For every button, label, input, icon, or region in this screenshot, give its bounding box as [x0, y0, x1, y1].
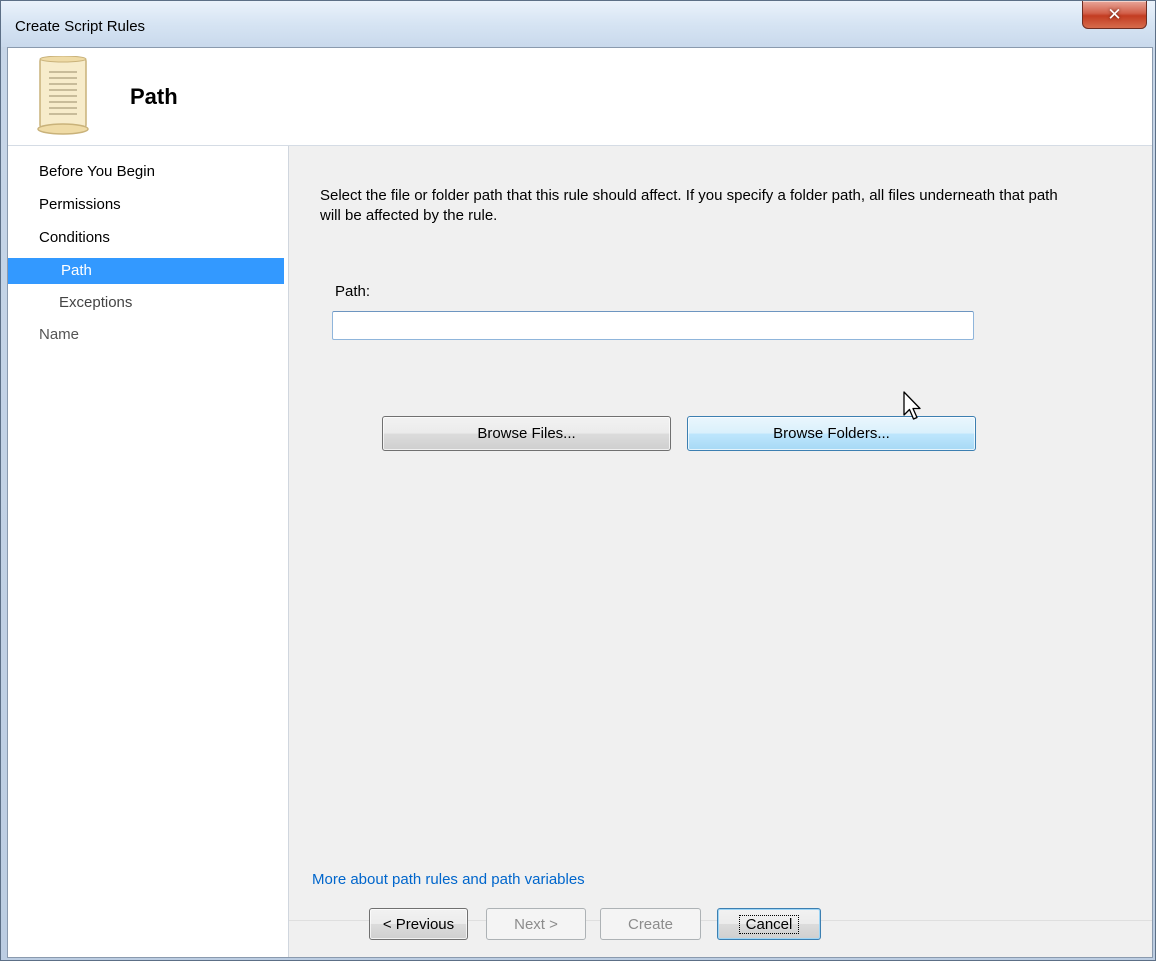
sidebar-item-before-you-begin[interactable]: Before You Begin — [8, 159, 284, 185]
next-button[interactable]: Next > — [486, 908, 586, 940]
browse-files-button[interactable]: Browse Files... — [382, 416, 671, 451]
close-icon: ✕ — [1107, 4, 1122, 24]
browse-folders-button[interactable]: Browse Folders... — [687, 416, 976, 451]
path-label: Path: — [335, 283, 371, 300]
cancel-button-label: Cancel — [738, 914, 800, 934]
mouse-pointer-icon — [903, 391, 921, 420]
dialog-client-area: Path Before You Begin Permissions Condit… — [7, 47, 1153, 958]
page-header: Path — [8, 48, 1152, 146]
cancel-button[interactable]: Cancel — [717, 908, 821, 940]
dialog-window: Create Script Rules ✕ Path Before You Be… — [0, 0, 1156, 961]
title-bar[interactable]: Create Script Rules ✕ — [1, 1, 1155, 47]
more-about-path-rules-link[interactable]: More about path rules and path variables — [312, 871, 585, 888]
window-title: Create Script Rules — [15, 18, 146, 35]
instructions-text: Select the file or folder path that this… — [320, 187, 1058, 224]
path-input[interactable] — [332, 311, 974, 340]
main-content: Select the file or folder path that this… — [289, 146, 1152, 957]
sidebar-item-path[interactable]: Path — [8, 258, 284, 284]
wizard-step-sidebar: Before You Begin Permissions Conditions … — [8, 146, 289, 957]
previous-button[interactable]: < Previous — [369, 908, 468, 940]
close-button[interactable]: ✕ — [1082, 1, 1147, 29]
sidebar-item-permissions[interactable]: Permissions — [8, 192, 284, 218]
sidebar-item-exceptions[interactable]: Exceptions — [8, 290, 284, 316]
sidebar-item-name[interactable]: Name — [8, 322, 284, 348]
sidebar-item-conditions[interactable]: Conditions — [8, 225, 284, 251]
page-title: Path — [130, 84, 178, 109]
create-button[interactable]: Create — [600, 908, 701, 940]
scroll-document-icon — [37, 56, 89, 135]
